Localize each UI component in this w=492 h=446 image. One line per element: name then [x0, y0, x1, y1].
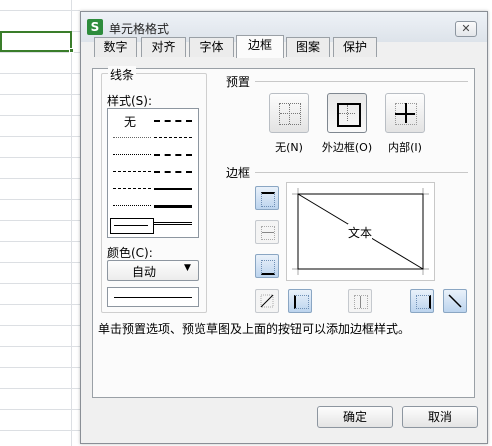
color-label: 颜色(C):	[107, 246, 153, 260]
line-style-dotted[interactable]	[113, 154, 151, 155]
border-preview[interactable]: 文本	[286, 182, 435, 281]
border-bottom-button[interactable]	[255, 254, 279, 278]
tab-number[interactable]: 数字	[94, 37, 137, 57]
color-dropdown-value: 自动	[132, 265, 157, 279]
inside-border-icon	[395, 103, 417, 125]
line-style-dashdot-medium[interactable]	[154, 154, 192, 156]
line-style-none[interactable]: 无	[124, 113, 136, 130]
line-style-dash[interactable]	[113, 205, 151, 206]
border-left-button[interactable]	[288, 289, 312, 313]
preset-outline-button[interactable]	[327, 93, 367, 133]
border-left-icon	[294, 295, 309, 309]
line-style-list[interactable]	[107, 108, 199, 238]
preset-outline-label: 外边框(O)	[321, 141, 373, 154]
dialog-title: 单元格格式	[109, 22, 170, 36]
preset-group-title: 预置	[224, 73, 253, 90]
line-group-title: 线条	[108, 66, 137, 83]
line-color-preview	[107, 287, 199, 307]
border-inside-vertical-button[interactable]	[348, 289, 372, 313]
preset-none-label: 无(N)	[275, 141, 303, 154]
line-style-solid-medium[interactable]	[154, 188, 192, 190]
line-style-dashdot-thin[interactable]	[154, 120, 192, 122]
tab-border[interactable]: 边框	[236, 35, 284, 58]
preset-group-line	[255, 81, 468, 82]
border-top-button[interactable]	[255, 186, 279, 210]
border-diagonal-down-button[interactable]	[443, 289, 467, 313]
border-right-button[interactable]	[410, 289, 434, 313]
ok-button[interactable]: 确定	[317, 406, 393, 428]
fill-handle[interactable]	[69, 48, 74, 53]
line-style-dashdot[interactable]	[113, 188, 151, 189]
border-inside-vertical-icon	[354, 295, 368, 309]
selected-cell[interactable]	[0, 31, 72, 52]
border-inside-horizontal-button[interactable]	[255, 220, 279, 244]
style-label: 样式(S):	[107, 94, 153, 108]
border-top-icon	[261, 192, 275, 207]
border-diagonal-up-button[interactable]	[255, 289, 279, 313]
tab-pattern[interactable]: 图案	[286, 37, 330, 57]
border-inside-horizontal-icon	[261, 226, 275, 240]
app-logo-icon: S	[87, 19, 103, 35]
outline-border-icon	[337, 103, 361, 127]
close-button[interactable]: ✕	[455, 21, 477, 37]
line-style-hair[interactable]	[113, 137, 151, 138]
chevron-down-icon: ▼	[184, 263, 191, 273]
tab-alignment[interactable]: 对齐	[141, 37, 186, 57]
line-style-dashdotdot[interactable]	[113, 171, 151, 172]
tab-font[interactable]: 字体	[189, 37, 234, 57]
diagonal-up-icon	[260, 294, 274, 308]
line-style-dashed-medium[interactable]	[154, 171, 192, 173]
border-right-icon	[416, 295, 431, 309]
preset-none-button[interactable]	[269, 93, 309, 133]
border-group-title: 边框	[224, 164, 253, 181]
line-style-double[interactable]	[154, 222, 192, 225]
preview-text: 文本	[348, 224, 373, 241]
tab-protection[interactable]: 保护	[333, 37, 377, 57]
border-bottom-icon	[261, 260, 275, 275]
line-style-solid-thin-selected[interactable]	[110, 218, 154, 234]
no-border-icon	[279, 103, 301, 125]
preset-inside-button[interactable]	[385, 93, 425, 133]
preset-inside-label: 内部(I)	[388, 141, 422, 154]
cancel-button[interactable]: 取消	[402, 406, 478, 428]
border-group-line	[255, 172, 468, 173]
line-style-solid-thick[interactable]	[154, 205, 192, 208]
line-style-dash-thin[interactable]	[154, 137, 192, 138]
info-text: 单击预置选项、预览草图及上面的按钮可以添加边框样式。	[98, 322, 411, 336]
diagonal-down-icon	[448, 294, 462, 308]
spreadsheet-background	[0, 0, 80, 446]
